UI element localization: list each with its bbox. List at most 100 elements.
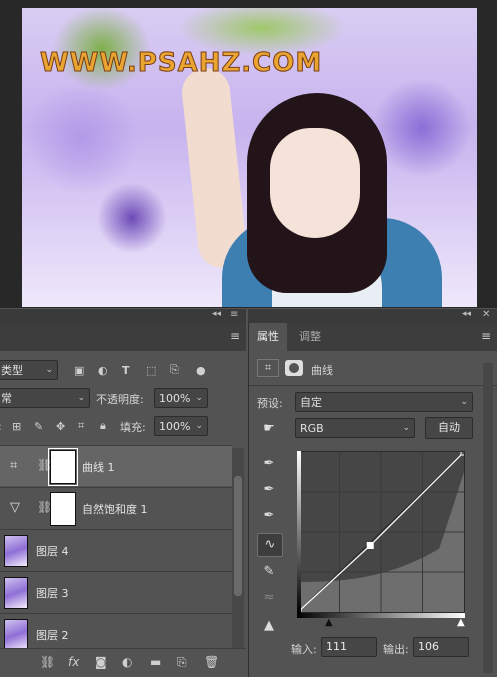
draw-curve-pencil-icon[interactable]: ✎ [257, 561, 281, 583]
channel-value: RGB [300, 421, 324, 435]
layers-panel: ≡ 类型 ⌄ ▣ ◐ T ⬚ ⎘ ● 常 ⌄ 不透明度: 100% ⌄ : ⊞ … [0, 323, 246, 677]
edit-points-curve-icon[interactable]: ∿ [257, 533, 283, 557]
white-point-slider-icon[interactable]: ▲ [457, 617, 465, 628]
divider [249, 385, 497, 386]
layer-row-3[interactable]: 图层 3 [0, 571, 232, 612]
tab-label: 调整 [299, 330, 321, 343]
layer-thumbnail [4, 535, 28, 567]
lock-transparent-icon[interactable]: ⊞ [12, 420, 21, 433]
auto-button[interactable]: 自动 [425, 417, 473, 439]
mask-icon[interactable]: ◙ [95, 655, 107, 669]
layer-name: 图层 4 [36, 545, 69, 558]
link-icon[interactable]: ⛓ [40, 655, 55, 669]
opacity-value: 100% [159, 391, 191, 405]
filter-shape-icon[interactable]: ⬚ [146, 364, 156, 377]
filter-adjustment-icon[interactable]: ◐ [98, 364, 108, 377]
on-image-adjust-icon[interactable]: ☛ [257, 418, 281, 440]
preset-select[interactable]: 自定 ⌄ [295, 392, 473, 412]
filter-type-icon[interactable]: T [122, 364, 130, 377]
layers-scrollbar[interactable] [232, 448, 244, 648]
document-canvas[interactable]: WWW.PSAHZ.COM [0, 0, 497, 308]
adjustment-title: 曲线 [311, 364, 333, 377]
fx-icon[interactable]: fx [68, 655, 79, 669]
panel-menu-icon[interactable]: ≡ [481, 329, 491, 343]
chevron-down-icon: ⌄ [195, 393, 203, 403]
layer-name: 图层 3 [36, 587, 69, 600]
output-field[interactable]: 106 [413, 637, 469, 657]
chevron-down-icon: ⌄ [77, 393, 85, 403]
lock-label: : [0, 420, 2, 433]
input-gradient-bar [297, 613, 465, 618]
curves-icon: ⌗ [257, 359, 279, 377]
mask-icon[interactable] [285, 360, 303, 376]
layers-panel-header-strip: ◂◂ ≡ [0, 309, 246, 323]
chevron-down-icon: ⌄ [195, 421, 203, 431]
curve-control-point[interactable] [460, 452, 464, 456]
sample-black-eyedropper-icon[interactable]: ✒ [257, 453, 281, 475]
close-panel-icon[interactable]: ✕ [482, 309, 490, 320]
opacity-field[interactable]: 100% ⌄ [154, 388, 208, 408]
layer-row-curves[interactable]: ⌗ ⛓ 曲线 1 [0, 445, 232, 486]
properties-tabbar: 属性 调整 ≡ [249, 323, 497, 351]
properties-panel: 属性 调整 ≡ ⌗ 曲线 预设: 自定 ⌄ ☛ RGB ⌄ 自动 ✒ ✒ ✒ ∿… [248, 323, 497, 677]
properties-scrollbar[interactable] [483, 363, 493, 673]
sample-gray-eyedropper-icon[interactable]: ✒ [257, 479, 281, 501]
lock-artboard-icon[interactable]: ⌗ [78, 419, 84, 433]
layer-filter-row: 类型 ⌄ ▣ ◐ T ⬚ ⎘ ● [0, 359, 246, 381]
filter-toggle-icon[interactable]: ● [196, 364, 206, 377]
filter-smart-object-icon[interactable]: ⎘ [170, 363, 179, 377]
input-label: 输入: [291, 643, 317, 656]
tab-properties[interactable]: 属性 [249, 323, 287, 351]
preset-value: 自定 [300, 396, 322, 409]
layer-row-4[interactable]: 图层 4 [0, 529, 232, 570]
sample-white-eyedropper-icon[interactable]: ✒ [257, 505, 281, 527]
adjustment-icon[interactable]: ◐ [122, 655, 132, 669]
smooth-curve-icon[interactable]: ≈ [257, 587, 281, 609]
lock-move-icon[interactable]: ✥ [56, 420, 65, 433]
layer-name: 曲线 1 [82, 461, 115, 474]
collapse-panel-icon[interactable]: ◂◂ [212, 309, 221, 319]
layer-mask-thumbnail[interactable] [48, 448, 78, 486]
layer-mask-thumbnail[interactable] [50, 492, 76, 526]
chevron-down-icon: ⌄ [460, 397, 468, 407]
props-panel-header-strip: ◂◂ ✕ [248, 309, 497, 323]
fill-field[interactable]: 100% ⌄ [154, 416, 208, 436]
output-gradient-bar [297, 451, 301, 613]
lock-brush-icon[interactable]: ✎ [34, 420, 43, 433]
scrollbar-thumb[interactable] [234, 476, 242, 596]
curve-graph[interactable] [297, 451, 465, 613]
black-point-slider-icon[interactable]: ▲ [325, 617, 333, 628]
tab-label: 属性 [257, 330, 279, 343]
lock-all-icon[interactable]: 🔒︎ [100, 419, 106, 433]
panel-menu-icon[interactable]: ≡ [230, 309, 238, 320]
layer-thumbnail [4, 619, 28, 651]
filter-kind-label: 类型 [1, 364, 23, 377]
fill-label: 填充: [120, 421, 146, 434]
filter-kind-select[interactable]: 类型 ⌄ [0, 360, 58, 380]
filter-pixel-icon[interactable]: ▣ [74, 364, 84, 377]
clipping-warning-icon[interactable]: ▲ [257, 615, 281, 637]
panel-menu-icon[interactable]: ≡ [230, 329, 240, 343]
tab-adjustments[interactable]: 调整 [291, 323, 329, 351]
curve-control-point[interactable] [366, 541, 374, 549]
blend-mode-select[interactable]: 常 ⌄ [0, 388, 90, 408]
new-layer-icon[interactable]: ⎘ [177, 655, 187, 670]
layer-name: 自然饱和度 1 [82, 503, 148, 516]
folder-icon[interactable]: ▬ [150, 655, 161, 669]
collapse-panel-icon[interactable]: ◂◂ [462, 309, 471, 319]
blend-mode-value: 常 [1, 392, 12, 405]
lock-fill-row: : ⊞ ✎ ✥ ⌗ 🔒︎ 填充: 100% ⌄ [0, 415, 246, 437]
photo-face [270, 128, 360, 238]
fill-value: 100% [159, 419, 191, 433]
layer-thumbnail [4, 577, 28, 609]
output-label: 输出: [383, 643, 409, 656]
curve-svg [298, 452, 464, 612]
channel-select[interactable]: RGB ⌄ [295, 418, 415, 438]
trash-icon[interactable]: 🗑︎ [204, 655, 219, 669]
blend-opacity-row: 常 ⌄ 不透明度: 100% ⌄ [0, 387, 246, 409]
chevron-down-icon: ⌄ [45, 365, 53, 375]
input-field[interactable]: 111 [321, 637, 377, 657]
layer-row-vibrance[interactable]: ▽ ⛓ 自然饱和度 1 [0, 487, 232, 528]
chevron-down-icon: ⌄ [402, 423, 410, 433]
watermark-text: WWW.PSAHZ.COM [39, 48, 323, 79]
